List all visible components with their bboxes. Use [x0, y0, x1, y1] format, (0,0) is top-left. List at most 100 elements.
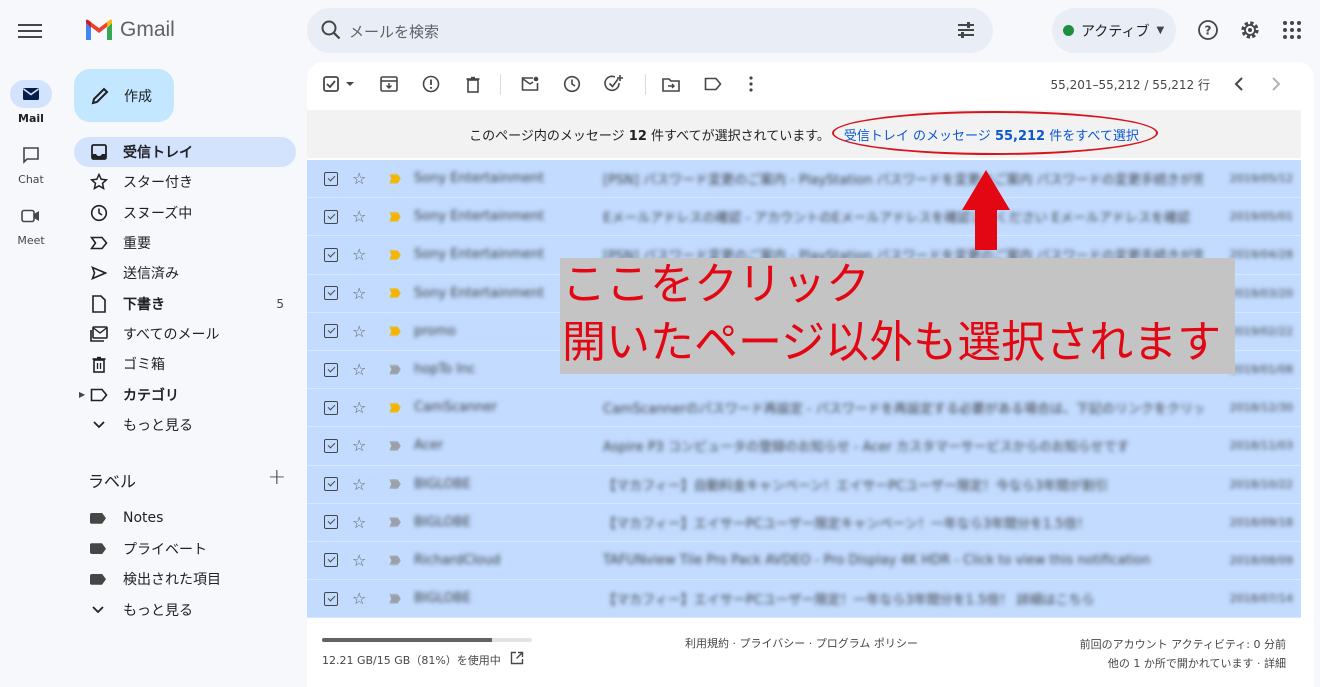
row-checkbox[interactable] [324, 171, 338, 186]
add-label-icon[interactable]: + [268, 465, 286, 490]
add-to-tasks-icon[interactable] [604, 74, 624, 94]
label-item-private[interactable]: プライベート [74, 534, 296, 565]
important-marker-icon[interactable] [389, 479, 401, 490]
select-all-checkbox[interactable] [323, 74, 357, 94]
row-checkbox[interactable] [324, 400, 338, 415]
row-subject: Aspire P3 コンピュータの登録のお知らせ - Acer カスタマーサービ… [603, 440, 1130, 456]
archive-icon[interactable] [379, 74, 399, 94]
important-marker-icon[interactable] [389, 555, 401, 566]
row-checkbox[interactable] [324, 286, 338, 301]
star-icon[interactable]: ☆ [352, 589, 366, 608]
star-icon[interactable]: ☆ [352, 169, 366, 188]
row-checkbox[interactable] [324, 553, 338, 568]
important-marker-icon[interactable] [389, 402, 401, 413]
star-icon[interactable]: ☆ [352, 322, 366, 341]
gmail-logo[interactable]: Gmail [84, 18, 175, 42]
next-page-icon[interactable] [1266, 74, 1286, 94]
apps-grid-icon[interactable] [1280, 18, 1304, 42]
important-marker-icon[interactable] [389, 440, 401, 451]
row-checkbox[interactable] [324, 209, 338, 224]
more-options-icon[interactable] [741, 74, 761, 94]
nav-item-snoozed[interactable]: スヌーズ中 [74, 198, 296, 228]
row-checkbox[interactable] [324, 515, 338, 530]
star-icon[interactable]: ☆ [352, 360, 366, 379]
expand-caret-icon[interactable]: ▶ [79, 390, 85, 399]
label-item-more[interactable]: もっと見る [74, 595, 296, 626]
nav-item-label: カテゴリ [123, 387, 179, 404]
rail-chat[interactable]: Chat [0, 141, 62, 186]
star-icon[interactable]: ☆ [352, 475, 366, 494]
important-marker-icon[interactable] [389, 517, 401, 528]
table-row[interactable]: ☆ BIGLOBE 【マカフィー】エイサーPCユーザー限定キャンペーン！一年なら3年… [307, 504, 1301, 542]
row-checkbox[interactable] [324, 591, 338, 606]
important-marker-icon[interactable] [389, 211, 401, 222]
gear-icon[interactable] [1238, 18, 1262, 42]
search-icon[interactable] [320, 19, 342, 45]
table-row[interactable]: ☆ Sony Entertainment [PSN] パスワード変更のご案内 - P… [307, 160, 1301, 199]
mail-icon [10, 80, 52, 108]
compose-button[interactable]: 作成 [74, 69, 174, 122]
activity-details-link[interactable]: 他の 1 か所で開かれています · 詳細 [1080, 654, 1286, 673]
status-selector[interactable]: アクティブ ▼ [1052, 8, 1176, 53]
report-spam-icon[interactable] [421, 74, 441, 94]
rail-mail[interactable]: Mail [0, 80, 62, 125]
external-link-icon[interactable] [510, 651, 524, 668]
main-menu-button[interactable] [18, 20, 42, 40]
important-marker-icon[interactable] [389, 326, 401, 337]
row-checkbox[interactable] [324, 324, 338, 339]
row-checkbox[interactable] [324, 477, 338, 492]
snooze-icon[interactable] [562, 74, 582, 94]
star-icon[interactable]: ☆ [352, 245, 366, 264]
table-row[interactable]: ☆ BIGLOBE 【マカフィー】エイサーPCユーザー限定！一年なら3年間分を1.5… [307, 580, 1301, 619]
gmail-m-icon [86, 19, 112, 40]
nav-item-sent[interactable]: 送信済み [74, 258, 296, 288]
row-checkbox[interactable] [324, 438, 338, 453]
nav-item-inbox[interactable]: 受信トレイ [74, 137, 296, 168]
nav-item-important[interactable]: 重要 [74, 228, 296, 258]
star-icon[interactable]: ☆ [352, 398, 366, 417]
important-marker-icon[interactable] [389, 593, 401, 604]
important-marker-icon[interactable] [389, 288, 401, 299]
help-icon[interactable]: ? [1196, 18, 1220, 42]
delete-icon[interactable] [463, 74, 483, 94]
row-sender: Sony Entertainment [414, 285, 545, 301]
row-date: 2018/12/30 [1229, 401, 1293, 415]
label-item-notes[interactable]: Notes [74, 503, 296, 534]
nav-item-categories[interactable]: ▶ カテゴリ [74, 379, 296, 409]
row-sender: Sony Entertainment [414, 171, 545, 187]
table-row[interactable]: ☆ RichardCloud TAFUNview Tile Pro Pack AVD… [307, 542, 1301, 581]
search-input[interactable]: メールを検索 [349, 21, 439, 42]
rail-meet[interactable]: Meet [0, 202, 62, 247]
nav-item-starred[interactable]: スター付き [74, 167, 296, 197]
table-row[interactable]: ☆ CamScanner CamScannerのパスワード再設定 - パスワードを再… [307, 389, 1301, 428]
row-subject: TAFUNview Tile Pro Pack AVDEO - Pro Disp… [603, 552, 1151, 568]
label-icon[interactable] [703, 74, 723, 94]
nav-item-trash[interactable]: ゴミ箱 [74, 349, 296, 379]
row-checkbox[interactable] [324, 362, 338, 377]
table-row[interactable]: ☆ Sony Entertainment Eメールアドレスの確認 - アカウントのE… [307, 198, 1301, 237]
star-icon[interactable]: ☆ [352, 551, 366, 570]
star-icon[interactable]: ☆ [352, 513, 366, 532]
nav-item-more[interactable]: もっと見る [74, 410, 296, 440]
nav-item-all-mail[interactable]: すべてのメール [74, 319, 296, 349]
search-bar[interactable]: メールを検索 [307, 8, 993, 53]
table-row[interactable]: ☆ Acer Aspire P3 コンピュータの登録のお知らせ - Acer カスタ… [307, 427, 1301, 466]
mark-unread-icon[interactable] [520, 74, 540, 94]
row-sender: RichardCloud [414, 552, 501, 568]
row-checkbox[interactable] [324, 247, 338, 262]
important-marker-icon[interactable] [389, 364, 401, 375]
nav-item-drafts[interactable]: 下書き 5 [74, 288, 296, 318]
search-options-icon[interactable] [955, 19, 977, 45]
important-marker-icon[interactable] [389, 249, 401, 260]
important-marker-icon[interactable] [389, 173, 401, 184]
star-icon[interactable]: ☆ [352, 284, 366, 303]
nav-item-label: 受信トレイ [123, 145, 193, 162]
footer-links[interactable]: 利用規約 · プライバシー · プログラム ポリシー [685, 635, 918, 651]
label-item-detected[interactable]: 検出された項目 [74, 564, 296, 595]
star-icon[interactable]: ☆ [352, 207, 366, 226]
table-row[interactable]: ☆ BIGLOBE 【マカフィー】自動料金キャンペーン！エイサーPCユーザー限定！今… [307, 466, 1301, 504]
move-to-icon[interactable] [661, 74, 681, 94]
prev-page-icon[interactable] [1229, 74, 1249, 94]
star-icon[interactable]: ☆ [352, 436, 366, 455]
storage-text: 12.21 GB/15 GB（81%）を使用中 [322, 653, 501, 667]
